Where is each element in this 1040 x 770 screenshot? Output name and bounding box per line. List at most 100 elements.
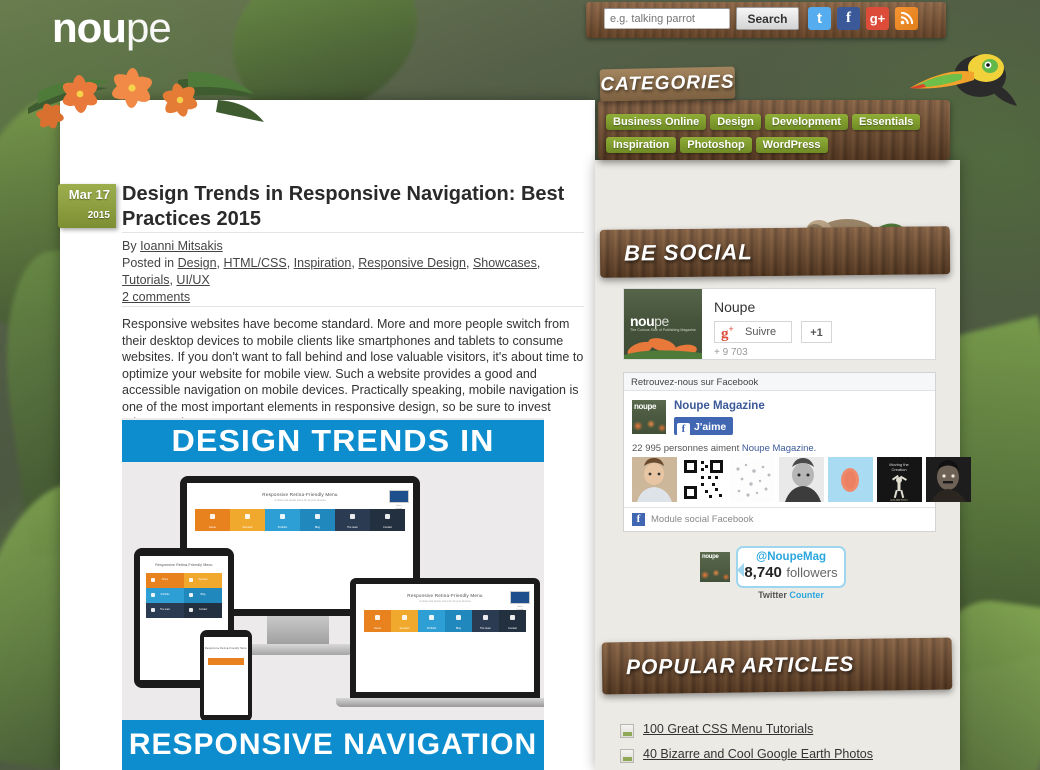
mockup-menu-tiles: Home Services Portfolio Blog The team Contact [195, 509, 405, 531]
twitter-bubble: @NoupeMag 8,740 followers [736, 546, 846, 588]
post-date-day: Mar 17 [68, 187, 110, 202]
search-button[interactable]: Search [736, 7, 799, 30]
twitter-avatar-logo: noupe [702, 554, 719, 560]
facebook-widget: Retrouvez-nous sur Facebook noupe Noupe … [623, 372, 971, 532]
laptop-mockup-subtitle: A clean and simple menu for all your dev… [419, 600, 471, 603]
twitter-counter-caption: Twitter Counter [736, 590, 846, 600]
facebook-icon[interactable]: f [837, 7, 860, 30]
list-item[interactable]: 100 Great CSS Menu Tutorials [620, 722, 950, 747]
mockup-menu-tile: Services [391, 610, 418, 632]
twitter-caption-link[interactable]: Counter [789, 590, 824, 600]
category-tag[interactable]: WordPress [755, 137, 828, 153]
laptop-mockup-badge: RetinaFriendly [510, 591, 530, 611]
facebook-avatar-logo: noupe [634, 402, 656, 411]
twitter-icon[interactable]: t [808, 7, 831, 30]
logo-light-part: pe [125, 4, 172, 51]
article-icon [620, 724, 634, 738]
post-tag-link[interactable]: Design [178, 256, 217, 270]
site-header: noupe Search t f g+ [0, 0, 1040, 58]
post-tag-link[interactable]: HTML/CSS [223, 256, 286, 270]
googleplus-follow-button[interactable]: g+ Suivre [714, 321, 792, 343]
laptop-mockup-title: Responsive Retina-Friendly Menu [407, 593, 483, 598]
twitter-follower-count: 8,740 [744, 564, 782, 581]
twitter-avatar: noupe [698, 552, 734, 584]
thumb-logo-light: pe [654, 313, 669, 329]
face-portrait-1 [632, 457, 677, 502]
post-tag-link[interactable]: Showcases [473, 256, 537, 270]
list-item[interactable]: 40 Bizarre and Cool Google Earth Photos [620, 747, 950, 770]
post-tag-link[interactable]: Inspiration [294, 256, 352, 270]
be-social-title: BE SOCIAL [623, 239, 753, 266]
post-tag-link[interactable]: Tutorials [122, 273, 169, 287]
facebook-page-link[interactable]: Noupe Magazine. [742, 443, 816, 454]
facebook-footer-icon: f [632, 513, 645, 526]
googleplus-icon[interactable]: g+ [866, 7, 889, 30]
category-tag[interactable]: Essentials [851, 114, 921, 130]
tablet-mockup-title: Responsive Retina-Friendly Menu [155, 563, 213, 567]
twitter-follower-label: followers [786, 565, 838, 580]
facebook-like-prefix: 22 995 personnes aiment [632, 443, 740, 454]
category-tag[interactable]: Inspiration [606, 137, 677, 153]
post-excerpt: Responsive websites have become standard… [122, 317, 584, 430]
svg-text:EXHIBITION: EXHIBITION [890, 498, 907, 502]
mockup-title: Responsive Retina-Friendly Menu [262, 492, 338, 497]
post-tag-link[interactable]: UI/UX [176, 273, 209, 287]
googleplus-g-icon: g+ [721, 324, 734, 342]
monitor-stand [267, 616, 329, 646]
post-tag-link[interactable]: Responsive Design [358, 256, 466, 270]
mockup-menu-tile: Contact [370, 509, 405, 531]
facebook-like-count: 22 995 personnes aiment Noupe Magazine. [632, 443, 816, 454]
twitter-handle: @NoupeMag [756, 551, 826, 563]
category-tag[interactable]: Business Online [606, 114, 707, 130]
meta-divider-top [122, 232, 584, 233]
search-input[interactable] [604, 8, 730, 29]
mockup-menu-tile: Portfolio [265, 509, 300, 531]
tablet-menu-tile: Home [146, 573, 184, 588]
mockup-menu-tile: Blog [445, 610, 472, 632]
article-icon [620, 749, 634, 763]
post-tag-list: Design, HTML/CSS, Inspiration, Responsiv… [122, 256, 541, 287]
logo-bold-part: nou [52, 4, 127, 51]
facebook-like-button[interactable]: f J'aime [674, 417, 734, 436]
dots-pattern [730, 457, 775, 502]
facebook-friend-faces: Moving the Creation EXHIBITION [632, 457, 971, 502]
facebook-widget-footer: f Module social Facebook [624, 507, 935, 531]
tablet-menu-tiles: Home Services Portfolio Blog The team Contact [146, 573, 222, 618]
popular-article-link[interactable]: 40 Bizarre and Cool Google Earth Photos [643, 747, 873, 761]
site-logo[interactable]: noupe [52, 4, 172, 51]
category-tag[interactable]: Photoshop [680, 137, 752, 153]
laptop-base [336, 698, 544, 707]
author-link[interactable]: Ioanni Mitsakis [140, 239, 223, 253]
post-date-badge: Mar 17 2015 [58, 184, 116, 228]
laptop-menu-tiles: Home Services Portfolio Blog The team Contact [364, 610, 526, 632]
category-tag[interactable]: Design [710, 114, 761, 130]
categories-title: CATEGORIES [600, 71, 735, 96]
phone-mockup: Responsive Retina-Friendly Menu [200, 630, 252, 722]
googleplus-follow-label: Suivre [745, 326, 777, 338]
svg-text:Creation: Creation [891, 467, 906, 472]
tablet-menu-tile: Services [184, 573, 222, 588]
by-label: By [122, 239, 137, 253]
popular-article-link[interactable]: 100 Great CSS Menu Tutorials [643, 722, 813, 736]
mockup-menu-tile: Contact [499, 610, 526, 632]
face-portrait-2 [779, 457, 824, 502]
rss-icon[interactable] [895, 7, 918, 30]
category-tag[interactable]: Development [764, 114, 848, 130]
post-featured-image[interactable]: DESIGN TRENDS IN Responsive Retina-Frien… [122, 418, 544, 770]
phone-mockup-title: Responsive Retina-Friendly Menu [204, 647, 248, 650]
post-meta: By Ioanni Mitsakis Posted in Design, HTM… [122, 238, 584, 306]
facebook-page-avatar: noupe [632, 400, 666, 434]
mockup-menu-tile: The team [472, 610, 499, 632]
comments-link[interactable]: 2 comments [122, 290, 190, 304]
post-date-year: 2015 [87, 210, 110, 221]
twitter-counter-widget[interactable]: noupe @NoupeMag 8,740 followers Twitter … [698, 546, 860, 600]
mockup-menu-tile: The team [335, 509, 370, 531]
facebook-footer-label: Module social Facebook [651, 514, 754, 525]
googleplus-plusone-button[interactable]: +1 [801, 321, 832, 343]
qr-code [681, 457, 726, 502]
twitter-followers: 8,740 followers [738, 564, 844, 582]
facebook-like-label: J'aime [694, 421, 727, 433]
googleplus-follower-count: + 9 703 [714, 347, 748, 358]
categories-heading: CATEGORIES [599, 66, 736, 102]
laptop-mockup: Responsive Retina-Friendly Menu A clean … [350, 578, 540, 698]
